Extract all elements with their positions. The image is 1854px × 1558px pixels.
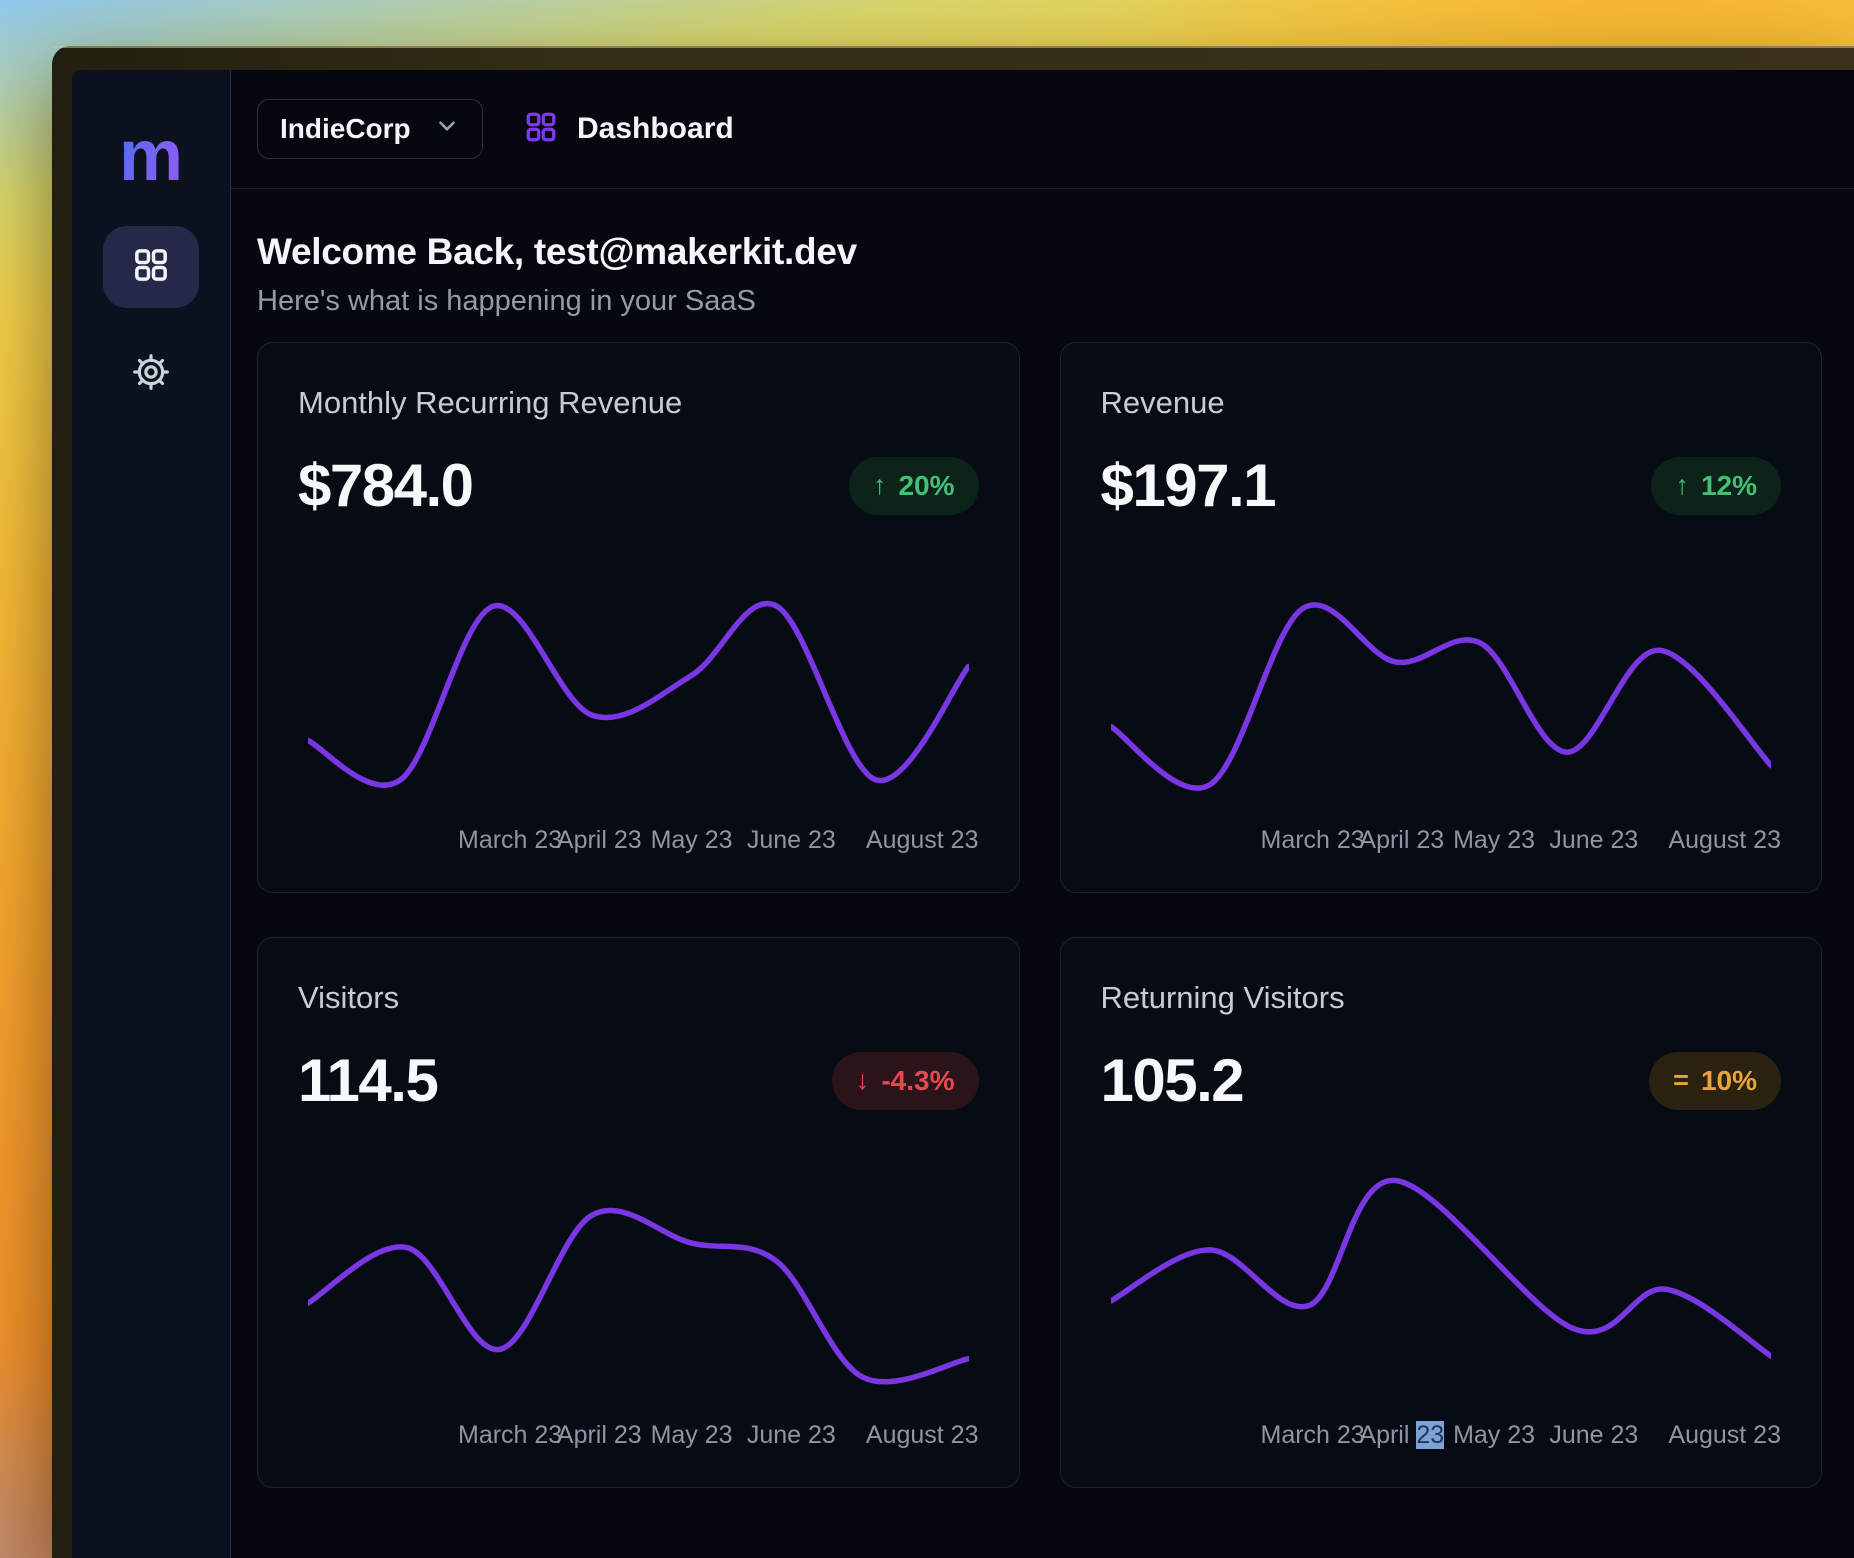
value-row: $197.1 ↑ 12% (1101, 451, 1782, 520)
x-axis-tick: May 23 (1453, 826, 1535, 855)
x-axis-tick: August 23 (1668, 1421, 1781, 1450)
topbar: IndieCorp (231, 70, 1854, 189)
line-chart[interactable] (1111, 1155, 1772, 1405)
card-title: Returning Visitors (1101, 980, 1782, 1016)
x-axis-tick: March 23 (1261, 1421, 1365, 1450)
x-axis-tick: May 23 (1453, 1421, 1535, 1450)
trend-badge-label: 12% (1701, 470, 1757, 502)
welcome-subtitle: Here's what is happening in your SaaS (257, 285, 1822, 318)
screen: m (0, 0, 1854, 1558)
x-axis-tick: June 23 (747, 1421, 836, 1450)
gear-icon (131, 352, 171, 397)
x-axis-labels: March 23April 23 May 23 June 23 August 23 (458, 826, 979, 858)
card-title: Revenue (1101, 385, 1782, 421)
metrics-grid: Monthly Recurring Revenue $784.0 ↑ 20% (257, 342, 1822, 1488)
metric-value: 114.5 (298, 1046, 437, 1115)
x-axis-tick: May 23 (651, 826, 733, 855)
x-axis-tick: August 23 (866, 1421, 979, 1450)
line-chart[interactable] (308, 1155, 969, 1405)
sidebar: m (72, 70, 231, 1558)
x-axis-labels: March 23April 23 May 23 June 23 August 23 (1261, 1421, 1782, 1453)
x-axis-tick: May 23 (651, 1421, 733, 1450)
dashboard-content: Welcome Back, test@makerkit.dev Here's w… (231, 189, 1854, 1558)
account-selector-button[interactable]: IndieCorp (257, 99, 483, 159)
value-row: 114.5 ↓ -4.3% (298, 1046, 979, 1115)
metric-value: $197.1 (1101, 451, 1276, 520)
arrow-down-icon: ↓ (856, 1065, 870, 1096)
x-axis-tick: August 23 (866, 826, 979, 855)
x-axis-tick: June 23 (1549, 826, 1638, 855)
x-axis-labels: March 23April 23 May 23 June 23 August 23 (1261, 826, 1782, 858)
trend-badge-label: 10% (1701, 1065, 1757, 1097)
sidebar-item-dashboard[interactable] (103, 226, 199, 308)
app-window: m (52, 46, 1854, 1558)
card-title: Monthly Recurring Revenue (298, 385, 979, 421)
x-axis-tick: March 23 (458, 1421, 562, 1450)
trend-badge: ↑ 12% (1651, 457, 1781, 515)
account-selector-label: IndieCorp (280, 113, 411, 145)
x-axis-tick: June 23 (747, 826, 836, 855)
line-chart[interactable] (1111, 560, 1772, 810)
line-chart[interactable] (308, 560, 969, 810)
x-axis-tick: April 23 (1359, 826, 1444, 855)
value-row: 105.2 = 10% (1101, 1046, 1782, 1115)
metric-value: $784.0 (298, 451, 473, 520)
trend-badge: = 10% (1649, 1052, 1781, 1110)
card-monthly-recurring-revenue: Monthly Recurring Revenue $784.0 ↑ 20% (257, 342, 1020, 893)
welcome-heading: Welcome Back, test@makerkit.dev (257, 231, 1822, 273)
x-axis-tick: June 23 (1549, 1421, 1638, 1450)
card-title: Visitors (298, 980, 979, 1016)
makerkit-logo: m (119, 120, 183, 192)
arrow-up-icon: ↑ (873, 470, 887, 501)
trend-badge: ↑ 20% (849, 457, 979, 515)
x-axis-tick: August 23 (1668, 826, 1781, 855)
chevron-down-icon (434, 113, 460, 146)
dashboard-grid-icon (523, 109, 559, 150)
x-axis-tick: April 23 (557, 1421, 642, 1450)
x-axis-labels: March 23April 23 May 23 June 23 August 23 (458, 1421, 979, 1453)
main-area: IndieCorp (231, 70, 1854, 1558)
grid-icon (131, 245, 171, 290)
card-visitors: Visitors 114.5 ↓ -4.3% (257, 937, 1020, 1488)
metric-value: 105.2 (1101, 1046, 1244, 1115)
card-revenue: Revenue $197.1 ↑ 12% Ma (1060, 342, 1823, 893)
equals-icon: = (1673, 1065, 1689, 1096)
x-axis-tick: April 23 (1359, 1421, 1444, 1450)
sidebar-item-settings[interactable] (103, 342, 199, 406)
trend-badge-label: -4.3% (881, 1065, 954, 1097)
value-row: $784.0 ↑ 20% (298, 451, 979, 520)
x-axis-tick: April 23 (557, 826, 642, 855)
card-returning-visitors: Returning Visitors 105.2 = 10% (1060, 937, 1823, 1488)
trend-badge-label: 20% (898, 470, 954, 502)
x-axis-tick: March 23 (458, 826, 562, 855)
selected-text: 23 (1416, 1421, 1444, 1449)
breadcrumb-dashboard[interactable]: Dashboard (523, 109, 734, 150)
trend-badge: ↓ -4.3% (832, 1052, 979, 1110)
page-title: Dashboard (577, 112, 734, 146)
x-axis-tick: March 23 (1261, 826, 1365, 855)
app-root: m (72, 70, 1854, 1558)
arrow-up-icon: ↑ (1675, 470, 1689, 501)
